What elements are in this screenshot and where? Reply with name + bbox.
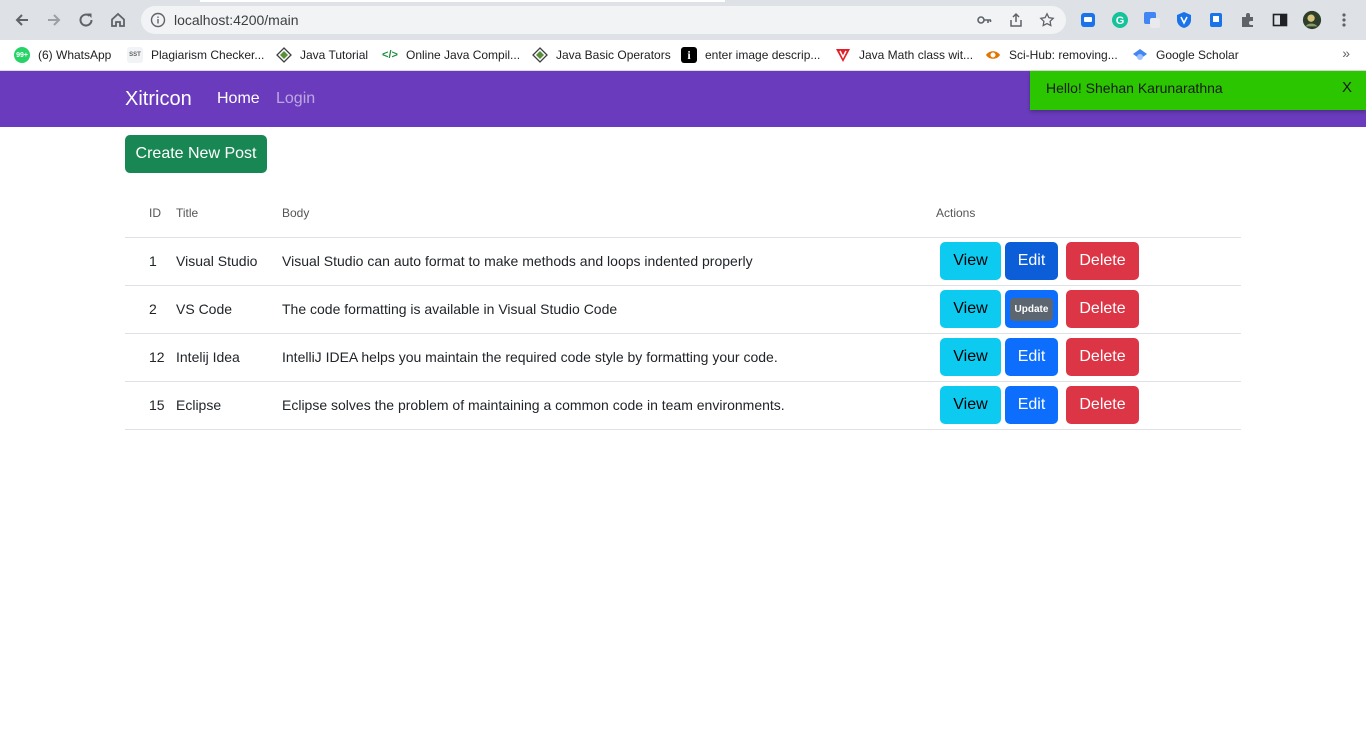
bookmark-label: Java Tutorial (300, 48, 369, 62)
v-icon (835, 47, 851, 63)
svg-text:G: G (1116, 15, 1125, 27)
edit-button-hovered[interactable]: Update (1005, 290, 1058, 328)
scihub-icon (985, 47, 1001, 63)
toast-message: Hello! Shehan Karunarathna (1046, 80, 1223, 96)
delete-button[interactable]: Delete (1066, 242, 1139, 280)
cell-title: Intelij Idea (176, 333, 282, 382)
cell-title: Visual Studio (176, 237, 282, 286)
reload-icon[interactable] (75, 9, 97, 31)
delete-button[interactable]: Delete (1066, 338, 1139, 376)
posts-table: ID Title Body Actions 1 Visual Studio Vi… (125, 190, 1241, 430)
bookmark-label: Plagiarism Checker... (151, 48, 265, 62)
column-header-actions: Actions (936, 190, 1241, 238)
sst-icon: SST (127, 47, 143, 63)
table-header-row: ID Title Body Actions (125, 190, 1241, 238)
bookmark-star-icon[interactable] (1039, 12, 1055, 28)
cell-actions: View Edit Delete (936, 333, 1241, 382)
edit-button[interactable]: Edit (1005, 386, 1058, 424)
column-header-id: ID (125, 190, 176, 238)
puzzle-icon[interactable] (1238, 10, 1258, 30)
active-tab-edge (200, 0, 725, 2)
cell-actions: View Edit Delete (936, 237, 1241, 286)
view-button[interactable]: View (940, 338, 1001, 376)
cell-body: IntelliJ IDEA helps you maintain the req… (282, 333, 936, 382)
cell-id: 2 (125, 285, 176, 334)
bookmark-plagiarism[interactable]: SST Plagiarism Checker... (127, 44, 264, 66)
cell-id: 12 (125, 333, 176, 382)
view-button[interactable]: View (940, 386, 1001, 424)
column-header-title: Title (176, 190, 282, 238)
address-bar[interactable]: localhost:4200/main (141, 6, 1066, 34)
nav-link-login[interactable]: Login (276, 90, 315, 108)
bookmark-label: Online Java Compil... (406, 48, 521, 62)
delete-button[interactable]: Delete (1066, 290, 1139, 328)
bookmark-java-tutorial[interactable]: Java Tutorial (276, 44, 368, 66)
bookmark-scihub[interactable]: Sci-Hub: removing... (985, 44, 1118, 66)
bookmark-image-description[interactable]: i enter image descrip... (681, 44, 820, 66)
home-icon[interactable] (107, 9, 129, 31)
bookmark-online-java[interactable]: </> Online Java Compil... (382, 44, 520, 66)
column-header-body: Body (282, 190, 936, 238)
extension-car-icon[interactable] (1078, 10, 1098, 30)
cell-body: Visual Studio can auto format to make me… (282, 237, 936, 286)
java-tutorial-icon (276, 47, 292, 63)
table-row: 1 Visual Studio Visual Studio can auto f… (125, 237, 1241, 286)
bookmark-label: Java Basic Operators (556, 48, 671, 62)
toast-close-button[interactable]: X (1342, 79, 1352, 96)
table-row: 2 VS Code The code formatting is availab… (125, 285, 1241, 334)
update-tooltip: Update (1009, 297, 1054, 321)
cell-body: Eclipse solves the problem of maintainin… (282, 381, 936, 430)
shield-icon[interactable] (1174, 10, 1194, 30)
profile-avatar-icon[interactable] (1302, 10, 1322, 30)
cell-title: Eclipse (176, 381, 282, 430)
key-icon[interactable] (976, 12, 992, 28)
bookmark-label: enter image descrip... (705, 48, 821, 62)
whatsapp-icon: 99+ (14, 47, 30, 63)
bookmark-label: Sci-Hub: removing... (1009, 48, 1118, 62)
cell-actions: View Update Delete (936, 285, 1241, 334)
scholar-icon (1132, 47, 1148, 63)
view-button[interactable]: View (940, 242, 1001, 280)
browser-toolbar: localhost:4200/main G (0, 0, 1366, 40)
side-panel-icon[interactable] (1270, 10, 1290, 30)
forward-icon[interactable] (43, 9, 65, 31)
share-icon[interactable] (1008, 12, 1024, 28)
delete-button[interactable]: Delete (1066, 386, 1139, 424)
brand-logo[interactable]: Xitricon (125, 88, 192, 111)
nav-link-home[interactable]: Home (217, 90, 260, 108)
bookmark-java-math[interactable]: Java Math class wit... (835, 44, 973, 66)
grammarly-icon[interactable]: G (1110, 10, 1130, 30)
code-icon: </> (382, 49, 398, 61)
bookmarks-bar: 99+ (6) WhatsApp SST Plagiarism Checker.… (0, 40, 1366, 71)
table-row: 15 Eclipse Eclipse solves the problem of… (125, 381, 1241, 430)
edit-button[interactable]: Edit (1005, 242, 1058, 280)
edit-button[interactable]: Edit (1005, 338, 1058, 376)
bookmark-whatsapp[interactable]: 99+ (6) WhatsApp (14, 44, 111, 66)
cell-id: 1 (125, 237, 176, 286)
more-bookmarks-icon[interactable]: » (1342, 45, 1350, 61)
site-info-icon[interactable] (150, 12, 166, 28)
bookmark-google-scholar[interactable]: Google Scholar (1132, 44, 1239, 66)
create-new-post-button[interactable]: Create New Post (125, 135, 267, 173)
info-icon: i (681, 47, 697, 63)
table-row: 12 Intelij Idea IntelliJ IDEA helps you … (125, 333, 1241, 382)
bookmark-label: Java Math class wit... (859, 48, 974, 62)
welcome-toast: Hello! Shehan Karunarathna X (1030, 71, 1366, 110)
extension-doc-icon[interactable] (1206, 10, 1226, 30)
java-operators-icon (532, 47, 548, 63)
bookmark-java-operators[interactable]: Java Basic Operators (532, 44, 671, 66)
menu-dots-icon[interactable] (1334, 10, 1354, 30)
translate-icon[interactable] (1142, 10, 1162, 30)
back-icon[interactable] (11, 9, 33, 31)
cell-body: The code formatting is available in Visu… (282, 285, 936, 334)
cell-id: 15 (125, 381, 176, 430)
view-button[interactable]: View (940, 290, 1001, 328)
bookmark-label: (6) WhatsApp (38, 48, 112, 62)
cell-title: VS Code (176, 285, 282, 334)
bookmark-label: Google Scholar (1156, 48, 1239, 62)
cell-actions: View Edit Delete (936, 381, 1241, 430)
url-text: localhost:4200/main (174, 12, 299, 28)
